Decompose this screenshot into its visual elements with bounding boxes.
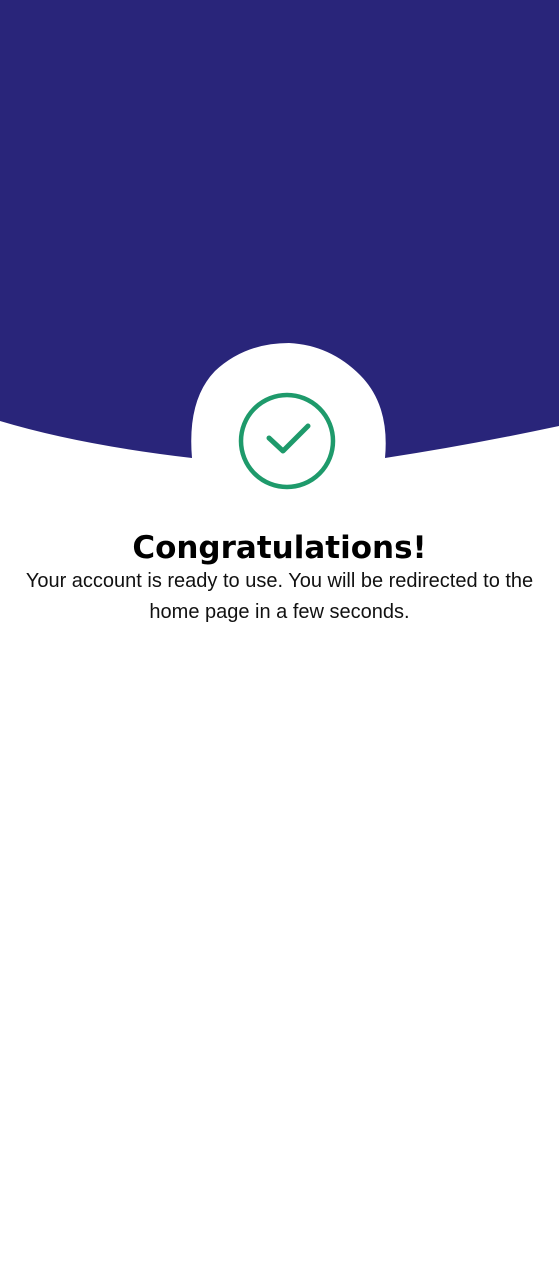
- success-title: Congratulations!: [132, 530, 427, 566]
- success-message: Your account is ready to use. You will b…: [25, 570, 534, 623]
- check-circle-icon: [238, 392, 336, 490]
- checkmark-icon: [266, 423, 311, 454]
- header-curved-shape: [0, 0, 559, 458]
- check-circle-ring: [238, 392, 336, 490]
